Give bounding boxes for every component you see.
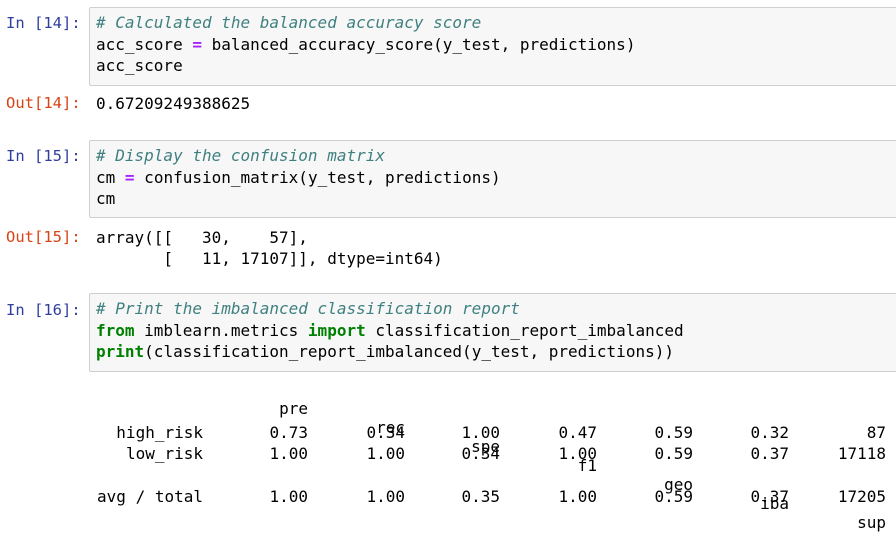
report-row-high-risk: high_risk 0.73 0.34 1.00 0.47 0.59 0.32 87 bbox=[96, 423, 896, 444]
code-token: acc_score bbox=[96, 56, 183, 75]
code-line: # Print the imbalanced classification re… bbox=[96, 298, 896, 320]
code-token: acc_score bbox=[96, 34, 193, 54]
code-line: cm = confusion_matrix(y_test, prediction… bbox=[96, 167, 896, 189]
code-token: # Calculated the balanced accuracy score bbox=[96, 13, 482, 32]
output-14: 0.67209249388625 bbox=[96, 94, 251, 113]
report-value-spe: 1.00 bbox=[461, 423, 500, 442]
code-token: (classification_report_imbalanced(y_test… bbox=[144, 342, 674, 361]
code-token: = bbox=[192, 34, 202, 54]
report-value-spe: 0.34 bbox=[461, 444, 500, 463]
code-token: # Display the confusion matrix bbox=[96, 146, 385, 165]
code-token: print bbox=[96, 342, 145, 361]
code-line: # Calculated the balanced accuracy score bbox=[96, 12, 896, 34]
report-value-iba: 0.32 bbox=[750, 423, 789, 442]
code-line: from imblearn.metrics import classificat… bbox=[96, 320, 896, 342]
code-cell-14[interactable]: # Calculated the balanced accuracy score… bbox=[89, 7, 896, 86]
in-prompt-16: In [16]: bbox=[6, 301, 81, 319]
report-value-f1: 1.00 bbox=[558, 444, 597, 463]
code-token: cm bbox=[96, 189, 116, 208]
report-row-low-risk: low_risk 1.00 1.00 0.34 1.00 0.59 0.37 17118 bbox=[96, 444, 896, 465]
report-value-iba: 0.37 bbox=[750, 444, 789, 463]
code-token: = bbox=[124, 167, 135, 187]
code-cell-16[interactable]: # Print the imbalanced classification re… bbox=[89, 293, 896, 372]
code-token: # Print the imbalanced classification re… bbox=[96, 299, 520, 318]
report-row-label: avg / total bbox=[97, 487, 203, 506]
in-prompt-14: In [14]: bbox=[6, 14, 81, 32]
header-pre: pre bbox=[279, 399, 308, 418]
report-value-rec: 0.34 bbox=[366, 423, 405, 442]
in-prompt-15: In [15]: bbox=[6, 147, 81, 165]
code-line: # Display the confusion matrix bbox=[96, 145, 896, 167]
code-token: import bbox=[307, 320, 366, 340]
report-value-spe: 0.35 bbox=[461, 487, 500, 506]
report-value-rec: 1.00 bbox=[366, 487, 405, 506]
code-token: imblearn.metrics bbox=[134, 320, 308, 340]
out-prompt-14: Out[14]: bbox=[6, 94, 81, 112]
header-sup: sup bbox=[857, 513, 886, 532]
code-token: classification_report_imbalanced bbox=[365, 320, 684, 340]
out-prompt-15: Out[15]: bbox=[6, 228, 81, 246]
report-header-row: pre rec spe f1 geo iba sup bbox=[96, 380, 896, 532]
report-row-label: low_risk bbox=[125, 444, 203, 463]
report-value-f1: 1.00 bbox=[558, 487, 597, 506]
report-value-f1: 0.47 bbox=[558, 423, 597, 442]
code-line: print(classification_report_imbalanced(y… bbox=[96, 341, 896, 363]
report-value-sup: 17205 bbox=[837, 487, 886, 506]
code-line: acc_score bbox=[96, 55, 896, 77]
code-token: confusion_matrix(y_test, predictions) bbox=[134, 167, 501, 187]
code-line: acc_score = balanced_accuracy_score(y_te… bbox=[96, 34, 896, 56]
report-value-geo: 0.59 bbox=[654, 487, 693, 506]
report-value-geo: 0.59 bbox=[654, 423, 693, 442]
report-row-avg-total: avg / total 1.00 1.00 0.35 1.00 0.59 0.37 17205 bbox=[96, 487, 896, 508]
code-line: cm bbox=[96, 188, 896, 210]
code-token: from bbox=[96, 320, 135, 340]
report-value-pre: 0.73 bbox=[269, 423, 308, 442]
report-row-label: high_risk bbox=[116, 423, 203, 442]
report-value-sup: 17118 bbox=[837, 444, 886, 463]
report-value-pre: 1.00 bbox=[269, 487, 308, 506]
output-15-line-1: array([[ 30, 57], bbox=[96, 228, 308, 247]
code-token: cm bbox=[96, 167, 125, 187]
code-cell-15[interactable]: # Display the confusion matrix cm = conf… bbox=[89, 140, 896, 218]
report-value-geo: 0.59 bbox=[654, 444, 693, 463]
report-value-rec: 1.00 bbox=[366, 444, 405, 463]
report-value-sup: 87 bbox=[866, 423, 886, 442]
code-token: balanced_accuracy_score(y_test, predicti… bbox=[201, 34, 636, 54]
output-15-line-2: [ 11, 17107]], dtype=int64) bbox=[96, 249, 443, 268]
report-value-pre: 1.00 bbox=[269, 444, 308, 463]
report-value-iba: 0.37 bbox=[750, 487, 789, 506]
